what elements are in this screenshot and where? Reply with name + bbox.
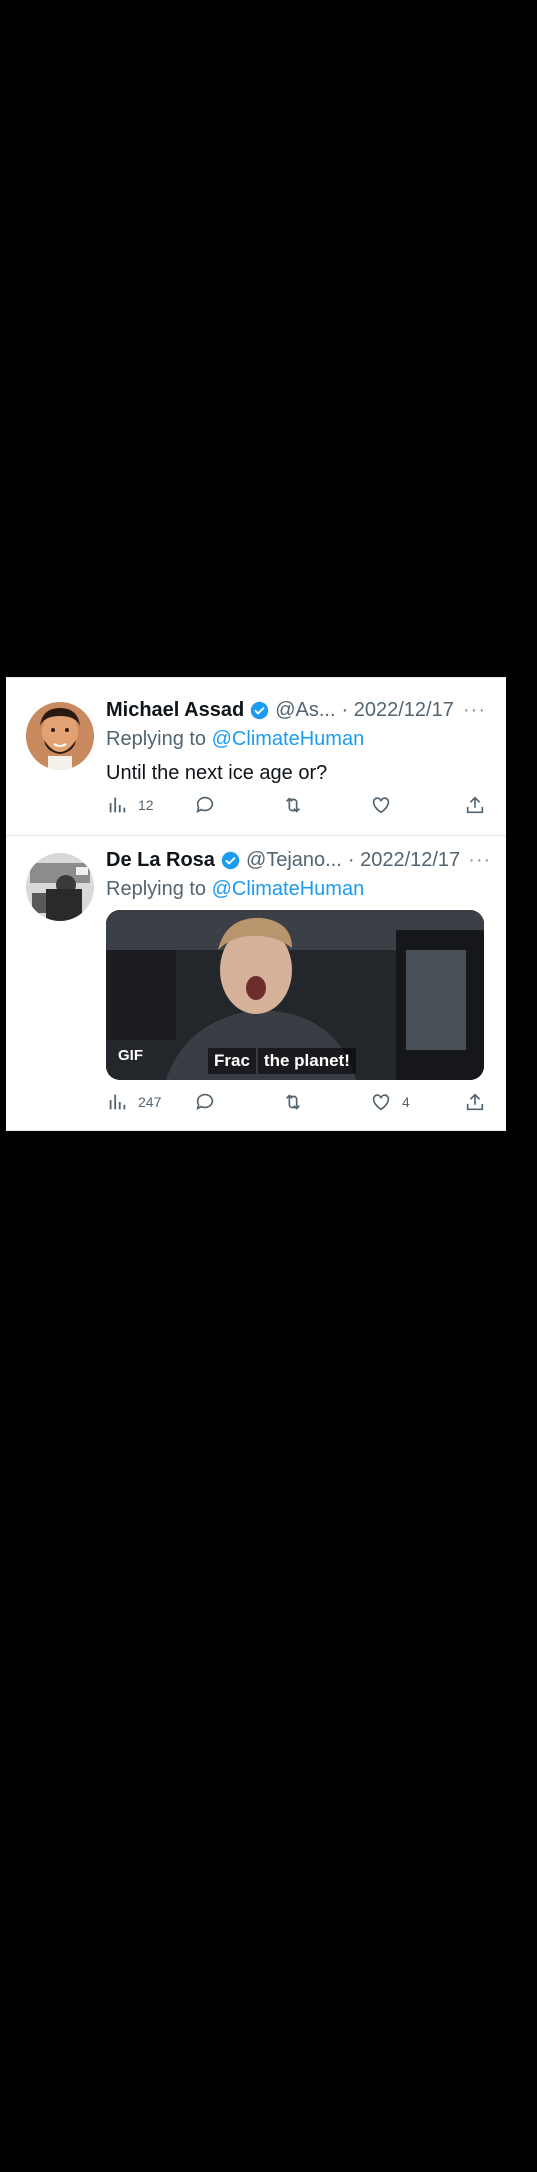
retweet-icon: [285, 1094, 301, 1110]
views-icon: [109, 1094, 126, 1110]
like-button[interactable]: 4: [370, 1091, 410, 1113]
share-button[interactable]: [464, 794, 486, 816]
action-bar: 247 4: [106, 1087, 486, 1117]
views-icon: [109, 797, 126, 813]
reply-button[interactable]: [194, 794, 226, 816]
tweet[interactable]: De La Rosa @Tejano... · 2022/12/17 ··· R…: [6, 836, 506, 1130]
display-name[interactable]: Michael Assad: [106, 699, 244, 722]
tweet[interactable]: Michael Assad @As... · 2022/12/17 ··· Re…: [6, 678, 506, 836]
mention-link[interactable]: @ClimateHuman: [212, 728, 365, 750]
caption-text: Frac: [208, 1048, 256, 1074]
handle[interactable]: @Tejano...: [246, 849, 342, 872]
share-icon: [466, 796, 484, 814]
replying-to-label: Replying to: [106, 878, 212, 900]
caption-text: the planet!: [257, 1048, 356, 1074]
retweet-button[interactable]: [282, 1091, 314, 1113]
gif-media[interactable]: GIF Frac the planet!: [106, 910, 484, 1080]
share-button[interactable]: [464, 1091, 486, 1113]
tweet-header: De La Rosa @Tejano... · 2022/12/17 ···: [106, 846, 490, 874]
timestamp[interactable]: · 2022/12/17: [342, 699, 456, 722]
tweet-thread: Michael Assad @As... · 2022/12/17 ··· Re…: [6, 677, 506, 1131]
verified-badge-icon: [221, 851, 240, 869]
share-icon: [466, 1093, 484, 1111]
like-count: 4: [402, 1094, 410, 1110]
handle[interactable]: @As...: [275, 699, 335, 722]
verified-badge-icon: [250, 701, 269, 719]
replying-to: Replying to @ClimateHuman: [106, 878, 364, 901]
display-name[interactable]: De La Rosa: [106, 849, 215, 872]
retweet-button[interactable]: [282, 794, 314, 816]
timestamp[interactable]: · 2022/12/17: [348, 849, 460, 872]
like-icon: [372, 797, 390, 814]
replying-to-label: Replying to: [106, 728, 212, 750]
gif-badge: GIF: [118, 1047, 143, 1064]
like-icon: [372, 1094, 390, 1111]
avatar[interactable]: [26, 853, 94, 921]
retweet-icon: [285, 797, 301, 813]
reply-icon: [196, 1093, 214, 1110]
more-options-icon[interactable]: ···: [463, 699, 486, 722]
reply-icon: [196, 796, 214, 813]
action-bar: 12: [106, 790, 486, 820]
like-button[interactable]: [370, 794, 402, 816]
reply-button[interactable]: [194, 1091, 226, 1113]
mention-link[interactable]: @ClimateHuman: [212, 878, 365, 900]
replying-to: Replying to @ClimateHuman: [106, 728, 364, 751]
tweet-text: Until the next ice age or?: [106, 762, 328, 784]
views-button[interactable]: 247: [106, 1091, 161, 1113]
gif-caption: Frac the planet!: [208, 1048, 356, 1074]
views-button[interactable]: 12: [106, 794, 154, 816]
avatar[interactable]: [26, 702, 94, 770]
more-options-icon[interactable]: ···: [468, 849, 491, 872]
views-count: 247: [138, 1094, 162, 1110]
views-count: 12: [138, 797, 154, 813]
tweet-header: Michael Assad @As... · 2022/12/17 ···: [106, 696, 486, 724]
